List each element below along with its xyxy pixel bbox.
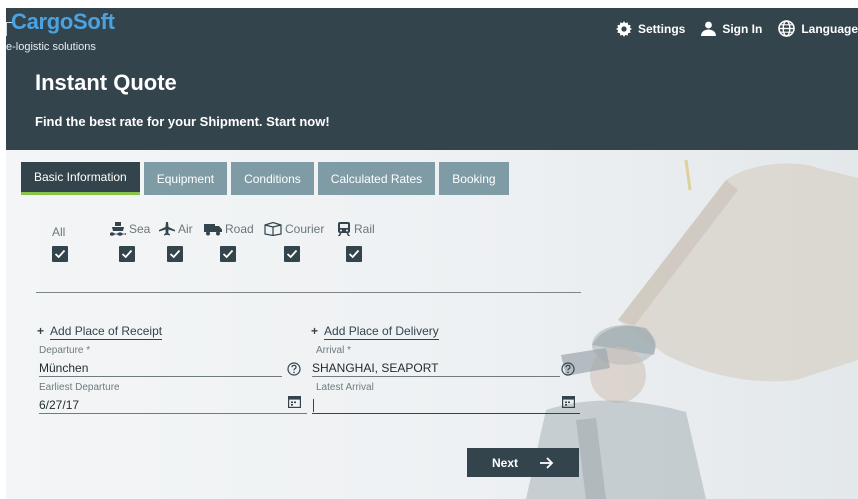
section-divider — [36, 292, 581, 293]
brand-tagline: e-logistic solutions — [6, 41, 96, 53]
earliest-departure-label: Earliest Departure — [39, 382, 120, 393]
calendar-icon[interactable] — [288, 395, 301, 408]
departure-label: Departure * — [39, 345, 91, 356]
tab-booking[interactable]: Booking — [439, 162, 509, 195]
page-subtitle: Find the best rate for your Shipment. St… — [35, 114, 330, 129]
next-button[interactable]: Next — [467, 448, 579, 477]
mode-courier: Courier — [264, 222, 324, 236]
box-icon — [264, 222, 282, 236]
mode-air-label: Air — [178, 222, 193, 236]
top-navigation: Settings Sign In Language — [600, 20, 858, 37]
user-icon — [701, 21, 717, 36]
train-icon — [338, 222, 350, 236]
check-icon — [121, 249, 133, 259]
tab-conditions[interactable]: Conditions — [231, 162, 314, 195]
text-caret — [313, 399, 314, 412]
mode-courier-label: Courier — [285, 222, 325, 236]
next-button-label: Next — [491, 455, 518, 470]
sign-in-label: Sign In — [722, 21, 763, 36]
calendar-icon[interactable] — [562, 395, 575, 408]
plus-icon: + — [311, 324, 319, 338]
mode-sea: Sea — [110, 222, 150, 236]
mode-rail: Rail — [337, 222, 375, 236]
add-place-of-receipt-link[interactable]: + Add Place of Receipt — [37, 324, 163, 340]
departure-input[interactable] — [39, 359, 282, 377]
truck-icon — [204, 224, 222, 236]
check-icon — [286, 249, 298, 259]
tab-calculated-rates[interactable]: Calculated Rates — [317, 162, 436, 195]
plus-icon: + — [37, 324, 45, 338]
language-label: Language — [801, 21, 858, 36]
checkbox-courier[interactable] — [284, 246, 300, 262]
add-place-of-delivery-link[interactable]: + Add Place of Delivery — [311, 324, 439, 340]
latest-arrival-input[interactable] — [312, 396, 580, 414]
app-header: CargoSoft e-logistic solutions Settings … — [6, 8, 858, 150]
checkbox-all[interactable] — [52, 246, 68, 262]
page-title: Instant Quote — [35, 70, 177, 95]
language-link[interactable]: Language — [778, 20, 858, 37]
mode-all: All — [52, 225, 65, 239]
settings-link[interactable]: Settings — [615, 20, 686, 37]
add-place-of-receipt-label: Add Place of Receipt — [50, 324, 163, 340]
checkbox-air[interactable] — [167, 246, 183, 262]
plane-icon — [159, 222, 175, 236]
mode-all-label: All — [52, 225, 66, 239]
earliest-departure-input[interactable] — [39, 396, 307, 414]
arrival-label: Arrival * — [316, 345, 352, 356]
checkbox-sea[interactable] — [119, 246, 135, 262]
check-icon — [169, 249, 181, 259]
mode-sea-label: Sea — [129, 222, 151, 236]
checkbox-rail[interactable] — [346, 246, 362, 262]
help-icon[interactable] — [561, 362, 575, 376]
check-icon — [222, 249, 234, 259]
tab-equipment[interactable]: Equipment — [143, 162, 228, 195]
arrow-right-icon — [540, 456, 554, 469]
check-icon — [348, 249, 360, 259]
gear-icon — [615, 20, 632, 37]
sign-in-link[interactable]: Sign In — [701, 21, 762, 36]
ship-icon — [110, 222, 126, 236]
checkbox-road[interactable] — [220, 246, 236, 262]
add-place-of-delivery-label: Add Place of Delivery — [324, 324, 439, 340]
settings-label: Settings — [637, 21, 686, 36]
app-frame: CargoSoft e-logistic solutions Settings … — [0, 0, 858, 499]
check-icon — [54, 249, 66, 259]
mode-road-label: Road — [225, 222, 254, 236]
arrival-input[interactable] — [312, 359, 560, 377]
brand-name: CargoSoft — [11, 9, 115, 34]
mode-rail-label: Rail — [354, 222, 375, 236]
transport-mode-group: All Sea Air Road Courier Rail — [6, 222, 606, 272]
globe-icon — [778, 20, 796, 37]
latest-arrival-label: Latest Arrival — [316, 382, 374, 393]
quote-form-panel: Basic Information Equipment Conditions C… — [6, 150, 858, 499]
tab-basic-information[interactable]: Basic Information — [21, 162, 140, 195]
mode-air: Air — [159, 222, 193, 236]
help-icon[interactable] — [287, 362, 301, 376]
quote-tabs: Basic Information Equipment Conditions C… — [21, 162, 513, 195]
mode-road: Road — [204, 222, 254, 236]
